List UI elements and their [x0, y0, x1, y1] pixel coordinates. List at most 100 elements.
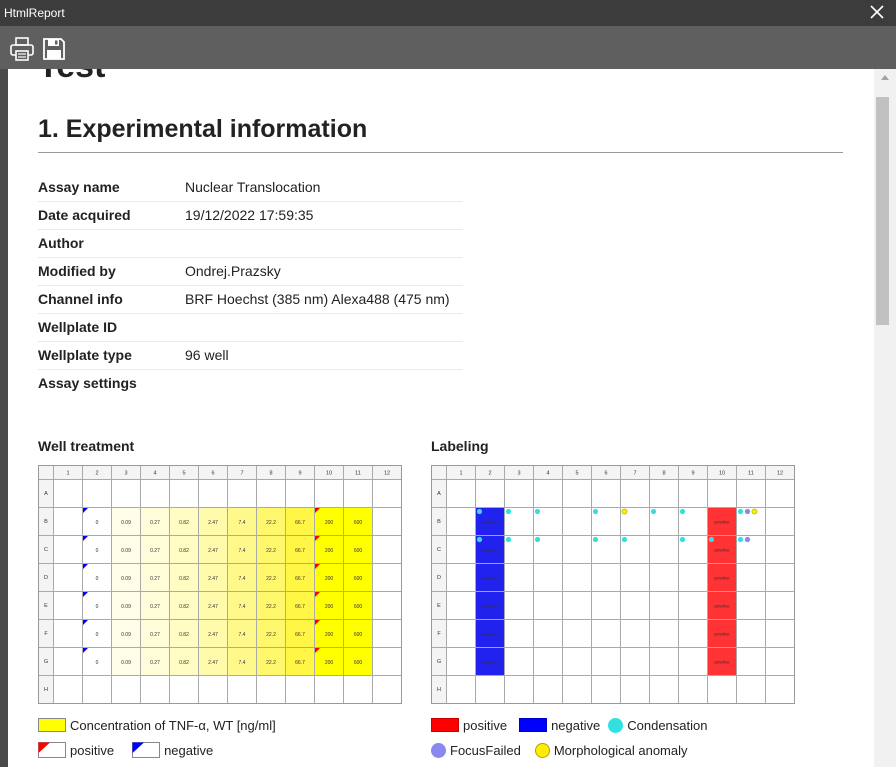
condensation-legend: Condensation — [608, 717, 708, 733]
col-header-label: 11 — [748, 470, 754, 476]
treatment-well-value: 0.09 — [121, 520, 131, 526]
treatment-well-value: 0.27 — [150, 632, 160, 638]
treatment-well-value: 7.4 — [239, 632, 246, 638]
treatment-well-value: 0.82 — [179, 548, 189, 554]
col-header-label: 2 — [488, 470, 491, 476]
treatment-well-value: 2.47 — [208, 520, 218, 526]
condensation-dot — [608, 717, 624, 733]
treatment-well-value: 200 — [325, 576, 334, 582]
treatment-well-value: 22.2 — [266, 548, 276, 554]
info-key: Assay name — [38, 173, 185, 202]
treatment-well-value: 7.4 — [239, 604, 246, 610]
treatment-well-value: 0.27 — [150, 660, 160, 666]
treatment-well-value: 7.4 — [239, 576, 246, 582]
treatment-well-value: 66.7 — [295, 604, 305, 610]
focus-failed-label: FocusFailed — [450, 742, 521, 758]
focus-failed-dot — [431, 742, 446, 758]
morph-dot — [534, 742, 550, 758]
treatment-well-value: 0.09 — [121, 548, 131, 554]
positive-well-label: positive — [714, 520, 730, 525]
col-header-label: 6 — [604, 470, 607, 476]
info-key: Wellplate ID — [38, 313, 185, 342]
info-value — [185, 369, 463, 397]
row-header-label: E — [44, 603, 48, 609]
treatment-well-value: 0 — [96, 604, 99, 610]
condensation-dot — [476, 508, 483, 515]
morph-label: Morphological anomaly — [553, 742, 688, 758]
close-icon[interactable] — [868, 3, 886, 21]
concentration-label: Concentration of TNF-α, WT [ng/ml] — [70, 717, 276, 733]
col-header-label: 6 — [211, 470, 214, 476]
col-header-label: 10 — [326, 470, 332, 476]
row-header-label: H — [44, 687, 48, 693]
info-row: Author — [38, 229, 463, 258]
focus-failed-dot — [744, 508, 751, 515]
treatment-well-value: 66.7 — [295, 548, 305, 554]
condensation-dot — [592, 508, 599, 515]
scroll-thumb[interactable] — [876, 97, 889, 325]
window-title: HtmlReport — [4, 6, 65, 20]
condensation-dot — [505, 508, 512, 515]
negative-well-label: negative — [481, 632, 499, 637]
focus-failed-legend: FocusFailed — [431, 742, 521, 758]
save-icon[interactable] — [41, 36, 67, 62]
section-title: 1. Experimental information — [38, 115, 368, 143]
treatment-well-value: 0 — [96, 576, 99, 582]
treatment-well-value: 22.2 — [266, 604, 276, 610]
col-header-label: 12 — [777, 470, 783, 476]
treatment-well-value: 7.4 — [239, 660, 246, 666]
treatment-well-value: 0 — [96, 548, 99, 554]
negative-label: negative — [551, 717, 601, 733]
row-header-label: G — [44, 659, 48, 665]
col-header-label: 9 — [691, 470, 694, 476]
col-header-label: 3 — [517, 470, 520, 476]
info-key: Channel info — [38, 285, 185, 314]
col-header-label: 8 — [269, 470, 272, 476]
col-header-label: 4 — [546, 470, 549, 476]
treatment-well-value: 600 — [354, 576, 363, 582]
col-header-label: 3 — [124, 470, 127, 476]
negative-well-label: negative — [481, 576, 499, 581]
treatment-well-value: 7.4 — [239, 548, 246, 554]
concentration-swatch — [38, 718, 66, 732]
info-row: Assay name Nuclear Translocation — [38, 173, 463, 202]
treatment-well-value: 600 — [354, 604, 363, 610]
treatment-well-value: 600 — [354, 632, 363, 638]
info-key: Modified by — [38, 257, 185, 286]
morph-legend: Morphological anomaly — [534, 742, 688, 758]
report-content: Test 1. Experimental information Assay n… — [8, 69, 874, 767]
negative-swatch — [519, 718, 548, 732]
treatment-legend-concentration: Concentration of TNF-α, WT [ng/ml] — [38, 716, 276, 734]
col-header-label: 7 — [240, 470, 243, 476]
treatment-well-value: 0 — [96, 520, 99, 526]
condensation-label: Condensation — [627, 717, 708, 733]
treatment-well-value: 2.47 — [208, 576, 218, 582]
treatment-well-value: 22.2 — [266, 660, 276, 666]
info-value: 96 well — [185, 341, 463, 370]
col-header-label: 1 — [66, 470, 69, 476]
plate-row-header-bg — [431, 465, 447, 704]
positive-control-legend: positive — [38, 742, 114, 758]
row-header-label: C — [44, 547, 48, 553]
negative-well-label: negative — [481, 660, 499, 665]
condensation-dot — [737, 536, 744, 543]
treatment-well-value: 22.2 — [266, 520, 276, 526]
row-header-label: G — [437, 659, 441, 665]
positive-well-label: positive — [714, 576, 730, 581]
vertical-scrollbar[interactable] — [874, 69, 896, 767]
col-header-label: 8 — [662, 470, 665, 476]
treatment-well-value: 0.09 — [121, 632, 131, 638]
print-icon[interactable] — [9, 36, 35, 62]
col-header-label: 5 — [182, 470, 185, 476]
morph-dot — [621, 508, 628, 515]
positive-legend: positive — [431, 718, 507, 733]
info-value — [185, 313, 463, 342]
col-header-label: 1 — [459, 470, 462, 476]
treatment-well-value: 200 — [325, 632, 334, 638]
well-treatment-plate: 0 0.09 0.27 0.82 2.47 7.4 22.2 66.7 200 6000 0.09 0… — [38, 465, 402, 704]
scroll-up-arrow-icon[interactable] — [881, 75, 889, 80]
treatment-well-value: 200 — [325, 520, 334, 526]
labeling-legend-row2: FocusFailed Morphological anomaly — [431, 741, 694, 759]
condensation-dot — [505, 536, 512, 543]
treatment-well-value: 2.47 — [208, 604, 218, 610]
